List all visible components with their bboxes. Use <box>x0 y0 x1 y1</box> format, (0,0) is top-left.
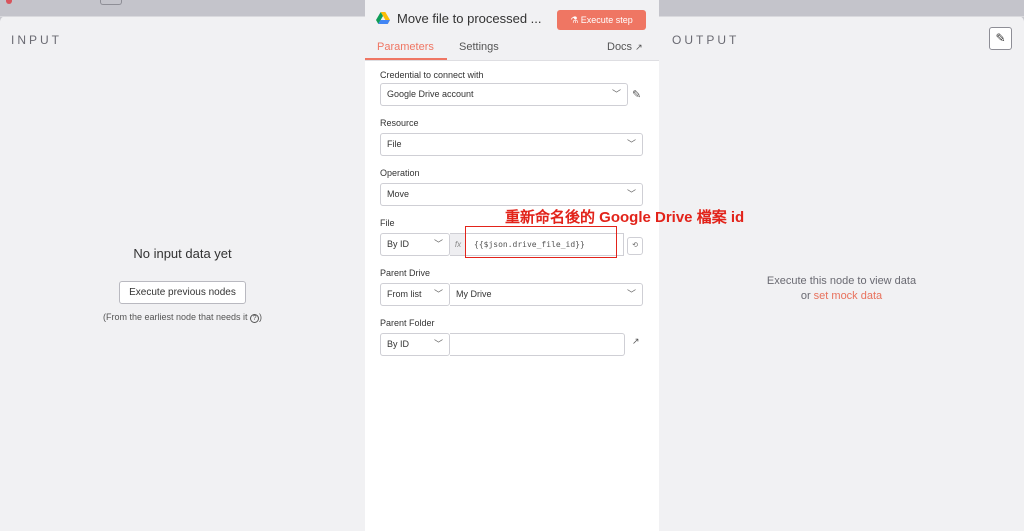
output-empty-state: Execute this node to view data or set mo… <box>659 274 1024 304</box>
operation-select[interactable]: Move ﹀ <box>380 183 643 206</box>
parent-folder-mode-select[interactable]: By ID ﹀ <box>380 333 450 356</box>
chevron-down-icon: ﹀ <box>626 189 636 199</box>
tab-parameters[interactable]: Parameters <box>377 41 434 53</box>
credential-value: Google Drive account <box>387 89 474 99</box>
parent-folder-input[interactable] <box>450 333 625 356</box>
credential-label: Credential to connect with <box>380 70 484 80</box>
parent-drive-value: My Drive <box>456 289 492 299</box>
header-divider <box>365 60 659 61</box>
parameters-panel: Move file to processed ... ⚗ Execute ste… <box>365 0 659 531</box>
output-or-text: or <box>800 290 814 302</box>
parent-drive-label: Parent Drive <box>380 268 431 278</box>
execute-step-label: Execute step <box>580 15 633 25</box>
canvas-node-marker <box>6 0 12 4</box>
tab-docs[interactable]: Docs ↗ <box>607 41 643 53</box>
credential-select[interactable]: Google Drive account ﹀ <box>380 83 628 106</box>
external-link-icon: ↗ <box>635 42 643 52</box>
file-label: File <box>380 218 395 228</box>
resource-label: Resource <box>380 118 419 128</box>
reset-icon[interactable]: ⟲ <box>627 237 643 255</box>
tab-settings[interactable]: Settings <box>459 41 499 53</box>
node-title[interactable]: Move file to processed ... <box>397 11 542 26</box>
parent-folder-mode-value: By ID <box>387 339 410 349</box>
input-empty-title: No input data yet <box>133 246 232 261</box>
execute-step-button[interactable]: ⚗ Execute step <box>557 10 646 30</box>
parent-drive-mode-select[interactable]: From list ﹀ <box>380 283 450 306</box>
input-pane-title: INPUT <box>11 33 62 47</box>
operation-label: Operation <box>380 168 420 178</box>
annotation-text: 重新命名後的 Google Drive 檔案 id <box>505 209 745 226</box>
annotation-highlight-box <box>465 226 617 258</box>
fx-icon: fx <box>450 233 466 256</box>
chevron-down-icon: ﹀ <box>611 89 621 99</box>
panel-header: Move file to processed ... ⚗ Execute ste… <box>365 0 659 61</box>
input-hint-close: ) <box>259 312 263 322</box>
canvas-node-handle <box>100 0 122 5</box>
chevron-down-icon: ﹀ <box>433 339 443 349</box>
input-hint-text: (From the earliest node that needs it <box>102 312 251 322</box>
file-mode-value: By ID <box>387 239 410 249</box>
parent-drive-mode-value: From list <box>387 289 422 299</box>
execute-previous-nodes-button[interactable]: Execute previous nodes <box>119 281 246 304</box>
flask-icon: ⚗ <box>570 15 579 25</box>
output-pane-title: OUTPUT <box>672 33 740 47</box>
output-empty-message: Execute this node to view data <box>766 275 917 287</box>
set-mock-data-link[interactable]: set mock data <box>814 290 882 302</box>
help-icon[interactable]: ? <box>250 314 260 323</box>
parent-folder-label: Parent Folder <box>380 318 435 328</box>
operation-value: Move <box>387 189 410 199</box>
external-link-icon[interactable]: ↗ <box>632 336 640 347</box>
parent-drive-select[interactable]: My Drive ﹀ <box>450 283 643 306</box>
chevron-down-icon: ﹀ <box>626 289 636 299</box>
chevron-down-icon: ﹀ <box>433 239 443 249</box>
input-hint: (From the earliest node that needs it ?) <box>0 312 365 323</box>
input-empty-state: No input data yet Execute previous nodes… <box>0 246 365 323</box>
edit-output-button[interactable]: ✎ <box>989 27 1012 50</box>
pencil-icon[interactable]: ✎ <box>632 88 641 101</box>
chevron-down-icon: ﹀ <box>626 139 636 149</box>
chevron-down-icon: ﹀ <box>433 289 443 299</box>
resource-value: File <box>387 139 402 149</box>
google-drive-icon <box>376 12 390 24</box>
pencil-icon: ✎ <box>995 31 1006 45</box>
docs-label: Docs <box>607 41 633 53</box>
resource-select[interactable]: File ﹀ <box>380 133 643 156</box>
file-mode-select[interactable]: By ID ﹀ <box>380 233 450 256</box>
